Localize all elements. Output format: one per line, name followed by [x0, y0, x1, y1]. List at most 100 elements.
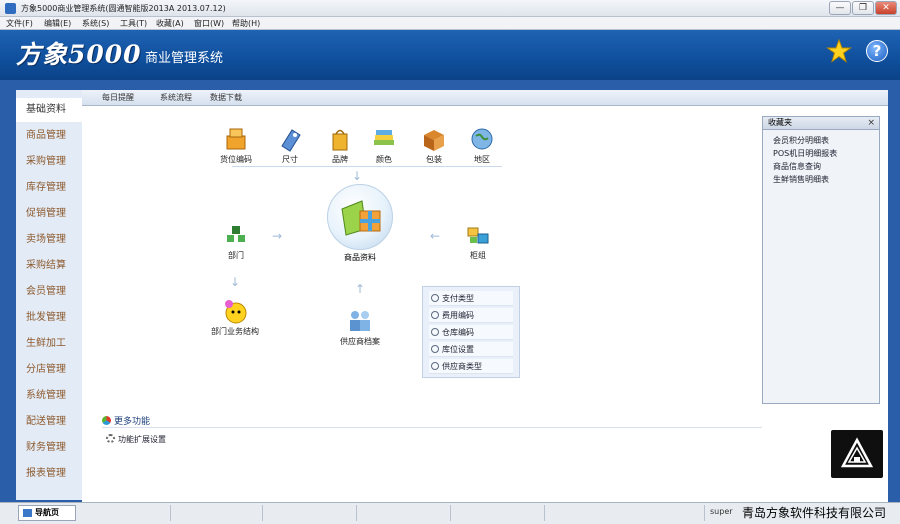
center-circle [327, 184, 393, 250]
workspace-frame: 基础资料 商品管理 采购管理 库存管理 促销管理 卖场管理 采购结算 会员管理 … [0, 80, 900, 502]
sidebar-item-store[interactable]: 卖场管理 [16, 228, 82, 252]
node-department-structure-label: 部门业务结构 [211, 327, 259, 336]
counter-group-icon [467, 227, 489, 244]
tab-daily-reminder[interactable]: 每日提醒 [102, 92, 134, 103]
node-supplier-records[interactable]: 供应商档案 [332, 308, 388, 347]
arrow-down-icon: ↓ [352, 169, 363, 183]
sidebar-item-reports[interactable]: 报表管理 [16, 462, 82, 486]
main-window: 方象5000商业管理系统(圆通智能版2013A 2013.07.12) — ❐ … [0, 0, 900, 524]
menu-bar: 文件(F) 编辑(E) 系统(S) 工具(T) 收藏(A) 窗口(W) 帮助(H… [0, 17, 900, 30]
node-location-code[interactable]: 货位编码 [216, 126, 256, 165]
minimize-button[interactable]: — [829, 1, 851, 15]
tab-system-flow[interactable]: 系统流程 [160, 92, 192, 103]
sidebar-item-basic-data[interactable]: 基础资料 [16, 98, 82, 122]
boxes-icon [226, 128, 246, 150]
node-brand-label: 品牌 [332, 155, 348, 164]
tab-bar: 每日提醒 系统流程 数据下载 [82, 90, 888, 106]
close-button[interactable]: ✕ [875, 1, 897, 15]
node-goods-data[interactable]: 商品资料 [327, 184, 393, 263]
query-item-label: 仓库编码 [442, 328, 474, 337]
status-separator [356, 505, 357, 521]
query-item[interactable]: 供应商类型 [429, 359, 513, 374]
sidebar-item-wholesale[interactable]: 批发管理 [16, 306, 82, 330]
node-department-structure[interactable]: 部门业务结构 [200, 298, 270, 337]
globe-icon [471, 128, 493, 150]
query-item[interactable]: 支付类型 [429, 291, 513, 306]
favorites-header: 收藏夹 × [763, 117, 879, 130]
node-brand[interactable]: 品牌 [322, 126, 358, 165]
node-package[interactable]: 包装 [416, 126, 452, 165]
sidebar-item-fresh[interactable]: 生鲜加工 [16, 332, 82, 356]
node-color[interactable]: 颜色 [366, 126, 402, 165]
feature-settings-link[interactable]: 功能扩展设置 [106, 434, 166, 445]
sidebar: 基础资料 商品管理 采购管理 库存管理 促销管理 卖场管理 采购结算 会员管理 … [16, 90, 82, 500]
sidebar-item-system[interactable]: 系统管理 [16, 384, 82, 408]
node-region[interactable]: 地区 [464, 126, 500, 165]
help-icon[interactable]: ? [866, 40, 888, 62]
menu-edit[interactable]: 编辑(E) [44, 18, 71, 29]
arrow-right-icon: → [272, 229, 283, 243]
sidebar-item-finance[interactable]: 财务管理 [16, 436, 82, 460]
favorite-item[interactable]: 商品信息查询 [763, 160, 879, 173]
node-size-label: 尺寸 [282, 155, 298, 164]
close-icon[interactable]: × [867, 117, 875, 129]
sidebar-item-branches[interactable]: 分店管理 [16, 358, 82, 382]
company-name: 青岛方象软件科技有限公司 [742, 506, 887, 520]
node-counter-group-label: 柜组 [470, 251, 486, 260]
node-supplier-records-label: 供应商档案 [340, 337, 380, 346]
app-icon [5, 3, 16, 14]
sidebar-item-goods[interactable]: 商品管理 [16, 124, 82, 148]
restore-button[interactable]: ❐ [852, 1, 874, 15]
more-functions-label[interactable]: 更多功能 [114, 417, 150, 427]
menu-window[interactable]: 窗口(W) [194, 18, 224, 29]
sidebar-item-members[interactable]: 会员管理 [16, 280, 82, 304]
status-user: super [710, 507, 733, 516]
sidebar-item-distribution[interactable]: 配送管理 [16, 410, 82, 434]
node-color-label: 颜色 [376, 155, 392, 164]
search-icon [431, 311, 439, 319]
sidebar-item-inventory[interactable]: 库存管理 [16, 176, 82, 200]
sidebar-item-purchase[interactable]: 采购管理 [16, 150, 82, 174]
query-item[interactable]: 库位设置 [429, 342, 513, 357]
menu-file[interactable]: 文件(F) [6, 18, 33, 29]
node-department[interactable]: 部门 [218, 222, 254, 261]
search-icon [431, 294, 439, 302]
status-separator [704, 505, 705, 521]
query-item-label: 库位设置 [442, 345, 474, 354]
status-separator [170, 505, 171, 521]
flow-content: 货位编码 尺寸 品牌 颜色 包装 地区 ↓ 部门 → ↓ 商品资料 ← 柜组 ↑… [82, 106, 888, 502]
more-functions-icon [102, 416, 111, 425]
nav-page-tab[interactable]: 导航页 [18, 505, 76, 521]
brand-logo: 方象5000 [16, 40, 142, 69]
query-item-label: 支付类型 [442, 294, 474, 303]
favorite-item[interactable]: 会员积分明细表 [763, 134, 879, 147]
menu-favorites[interactable]: 收藏(A) [156, 18, 184, 29]
sidebar-item-promotion[interactable]: 促销管理 [16, 202, 82, 226]
favorite-item[interactable]: 生鲜销售明细表 [763, 173, 879, 186]
node-size[interactable]: 尺寸 [272, 126, 308, 165]
favorite-item[interactable]: POS机日明细报表 [763, 147, 879, 160]
search-icon [431, 362, 439, 370]
app-banner: 方象5000 商业管理系统 ? [0, 30, 900, 80]
sidebar-item-settlement[interactable]: 采购结算 [16, 254, 82, 278]
top-connector [232, 166, 502, 167]
tab-data-download[interactable]: 数据下载 [210, 92, 242, 103]
status-separator [262, 505, 263, 521]
shopping-bag-icon [332, 129, 348, 151]
node-package-label: 包装 [426, 155, 442, 164]
menu-tools[interactable]: 工具(T) [120, 18, 147, 29]
menu-system[interactable]: 系统(S) [82, 18, 109, 29]
status-bar: 导航页 super 青岛方象软件科技有限公司 [0, 502, 900, 524]
query-item[interactable]: 仓库编码 [429, 325, 513, 340]
node-counter-group[interactable]: 柜组 [460, 222, 496, 261]
corner-logo [831, 430, 883, 478]
star-icon[interactable] [826, 38, 852, 64]
title-bar: 方象5000商业管理系统(圆通智能版2013A 2013.07.12) — ❐ … [0, 0, 900, 17]
feature-settings-label: 功能扩展设置 [118, 435, 166, 444]
gear-icon [106, 434, 115, 443]
favorites-title: 收藏夹 [768, 118, 792, 127]
query-item[interactable]: 费用编码 [429, 308, 513, 323]
status-separator [450, 505, 451, 521]
menu-help[interactable]: 帮助(H) [232, 18, 260, 29]
query-panel: 支付类型 费用编码 仓库编码 库位设置 供应商类型 [422, 286, 520, 378]
